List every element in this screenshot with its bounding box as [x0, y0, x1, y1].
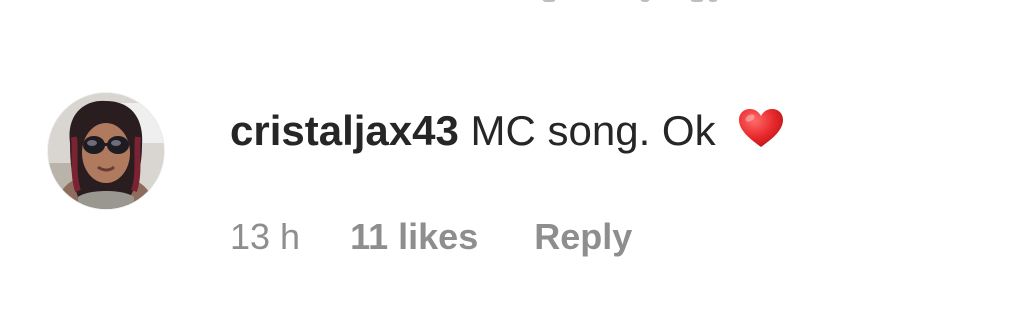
comment-line: cristaljax43 MC song. Ok — [230, 107, 785, 156]
avatar[interactable] — [48, 93, 164, 209]
cut-off-previous-text — [540, 0, 740, 4]
comment-page: cristaljax43 MC song. Ok 13 h 11 likes R… — [0, 0, 1024, 317]
comment-item: cristaljax43 MC song. Ok 13 h 11 likes R… — [48, 93, 988, 273]
comment-text: MC song. Ok — [470, 107, 716, 154]
reply-button[interactable]: Reply — [534, 216, 632, 257]
likes-count-button[interactable]: 11 likes — [350, 216, 478, 257]
timestamp[interactable]: 13 h — [230, 216, 300, 257]
heart-emoji-icon — [737, 107, 785, 156]
comment-meta: 13 h 11 likes Reply — [230, 219, 632, 255]
username-link[interactable]: cristaljax43 — [230, 107, 459, 154]
avatar-photo-icon — [48, 93, 164, 209]
